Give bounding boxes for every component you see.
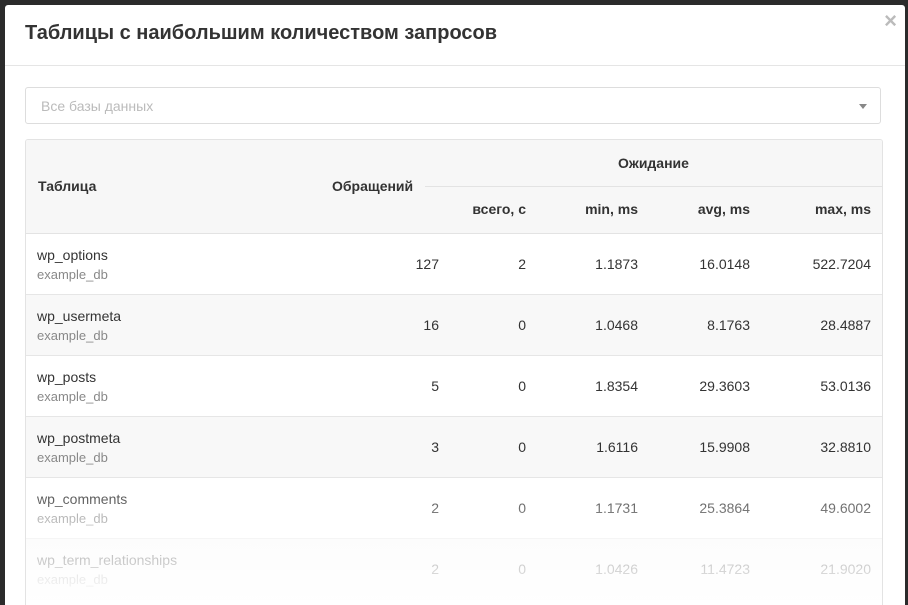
total-value: 0	[518, 439, 526, 455]
calls-value: 3	[431, 439, 439, 455]
max-value: 53.0136	[820, 378, 871, 394]
max-value: 28.4887	[820, 317, 871, 333]
database-name: example_db	[37, 267, 108, 282]
total-value: 0	[518, 317, 526, 333]
table-row[interactable]: wp_posts example_db 5 0 1.8354 29.3603 53.0136	[26, 356, 882, 417]
table-name: wp_postmeta	[37, 430, 121, 446]
table-header: Таблица Обращений Ожидание всего, с min,…	[26, 140, 882, 234]
min-value: 1.0426	[595, 561, 638, 577]
table-name: wp_comments	[37, 491, 128, 507]
table-name: wp_usermeta	[37, 308, 122, 324]
table-row[interactable]: wp_term_relationships example_db 2 0 1.0426 1…	[26, 539, 882, 600]
total-value: 2	[518, 256, 526, 272]
header-table[interactable]: Таблица	[38, 178, 96, 194]
modal-header: Таблицы с наибольшим количеством запросо…	[5, 5, 905, 66]
database-select[interactable]: Все базы данных	[25, 87, 881, 124]
header-wait-group: Ожидание	[618, 155, 689, 171]
header-max[interactable]: max, ms	[815, 201, 871, 217]
tables-table: Таблица Обращений Ожидание всего, с min,…	[25, 139, 883, 605]
calls-value: 2	[431, 500, 439, 516]
table-row[interactable]: wp_comments example_db 2 0 1.1731 25.3864 49.6…	[26, 478, 882, 539]
table-row[interactable]: wp_postmeta example_db 3 0 1.6116 15.9908 32.8…	[26, 417, 882, 478]
min-value: 1.1873	[595, 256, 638, 272]
header-min[interactable]: min, ms	[585, 201, 638, 217]
avg-value: 15.9908	[699, 439, 750, 455]
header-avg[interactable]: avg, ms	[698, 201, 750, 217]
min-value: 1.1731	[595, 500, 638, 516]
database-name: example_db	[37, 450, 108, 465]
database-select-placeholder: Все базы данных	[41, 98, 154, 114]
database-name: example_db	[37, 511, 108, 526]
chevron-down-icon	[859, 104, 867, 109]
modal-dialog: Таблицы с наибольшим количеством запросо…	[5, 5, 905, 605]
calls-value: 5	[431, 378, 439, 394]
table-row[interactable]: wp_usermeta example_db 16 0 1.0468 8.1763 28.4…	[26, 295, 882, 356]
total-value: 0	[518, 378, 526, 394]
max-value: 32.8810	[820, 439, 871, 455]
avg-value: 16.0148	[699, 256, 750, 272]
header-total[interactable]: всего, с	[472, 201, 526, 217]
calls-value: 127	[415, 256, 439, 272]
table-name: wp_options	[37, 247, 108, 263]
table-name: wp_posts	[37, 369, 97, 385]
max-value: 49.6002	[820, 500, 871, 516]
table-row[interactable]: wp_options example_db 127 2 1.1873 16.0148 522…	[26, 234, 882, 295]
max-value: 522.7204	[812, 256, 871, 272]
avg-value: 8.1763	[707, 317, 750, 333]
avg-value: 25.3864	[699, 500, 750, 516]
close-icon[interactable]: ×	[884, 10, 897, 32]
table-name: wp_term_relationships	[37, 552, 178, 568]
max-value: 21.9020	[820, 561, 871, 577]
database-name: example_db	[37, 389, 108, 404]
header-calls[interactable]: Обращений	[332, 178, 413, 194]
total-value: 0	[518, 561, 526, 577]
database-name: example_db	[37, 572, 108, 587]
calls-value: 2	[431, 561, 439, 577]
database-name: example_db	[37, 328, 108, 343]
avg-value: 29.3603	[699, 378, 750, 394]
min-value: 1.0468	[595, 317, 638, 333]
calls-value: 16	[423, 317, 439, 333]
avg-value: 11.4723	[700, 561, 750, 577]
total-value: 0	[518, 500, 526, 516]
modal-title: Таблицы с наибольшим количеством запросо…	[25, 22, 498, 44]
min-value: 1.6116	[596, 439, 638, 455]
min-value: 1.8354	[595, 378, 638, 394]
table-body: wp_options example_db 127 2 1.1873 16.0148 522…	[26, 234, 882, 600]
header-divider	[425, 186, 882, 187]
